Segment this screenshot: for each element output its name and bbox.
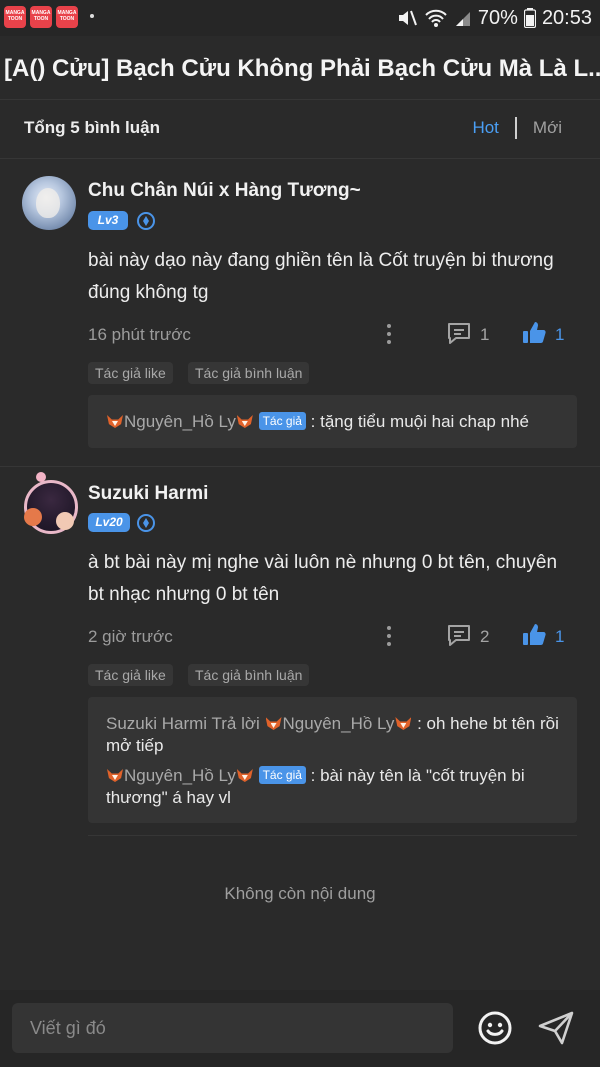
reply-author[interactable]: Nguyên_Hồ Ly: [124, 766, 236, 785]
comment-text: bài này dạo này đang ghiền tên là Cốt tr…: [88, 250, 554, 303]
author-liked-tag: Tác giả like: [88, 664, 173, 686]
fox-emoji-icon: [106, 767, 124, 783]
fox-emoji-icon: [394, 715, 412, 731]
mangatoon-app-icon: MANGA TOON: [4, 6, 26, 28]
more-options-icon[interactable]: [386, 626, 392, 646]
reply-box[interactable]: Nguyên_Hồ Ly Tác giả : tặng tiểu muội ha…: [88, 395, 577, 448]
page-title: [A() Cửu] Bạch Cửu Không Phải Bạch Cửu M…: [4, 55, 600, 82]
end-of-content-text: Không còn nội dung: [224, 884, 376, 903]
battery-icon: [523, 8, 536, 28]
emoji-icon[interactable]: [477, 1010, 513, 1046]
reply-line: Suzuki Harmi Trả lời Nguyên_Hồ Ly : oh h…: [106, 713, 561, 757]
more-options-icon[interactable]: [386, 324, 392, 344]
fox-emoji-icon: [236, 413, 254, 429]
like-icon[interactable]: [521, 320, 547, 346]
reply-icon[interactable]: [446, 321, 472, 345]
reply-author[interactable]: Nguyên_Hồ Ly: [124, 412, 236, 431]
author-commented-tag: Tác giả bình luận: [188, 362, 310, 384]
mute-icon: [398, 10, 417, 26]
comment-time: 16 phút trước: [88, 325, 191, 344]
avatar[interactable]: [22, 176, 76, 230]
reply-icon[interactable]: [446, 623, 472, 647]
comment-total: Tổng 5 bình luận: [24, 118, 160, 137]
divider: [0, 158, 600, 159]
sort-separator: [514, 117, 517, 139]
clock: 20:53: [541, 6, 592, 29]
sort-toggle: Hot Mới: [472, 117, 562, 139]
fox-emoji-icon: [265, 715, 283, 731]
author-tag: Tác giả: [258, 766, 306, 784]
avatar-sticker-icon: [24, 508, 42, 526]
reply-line: Nguyên_Hồ Ly Tác giả : tặng tiểu muội ha…: [106, 411, 561, 433]
fox-emoji-icon: [236, 767, 254, 783]
comment-text: à bt bài này mị nghe vài luôn nè nhưng 0…: [88, 552, 558, 605]
reply-count: 2: [480, 627, 490, 646]
notification-dot-icon: [90, 14, 94, 18]
author-liked-tag: Tác giả like: [88, 362, 173, 384]
mangatoon-app-icon: MANGA TOON: [30, 6, 52, 28]
status-indicators: 70% 20:53: [396, 7, 592, 29]
divider: [0, 466, 600, 467]
reply-count: 1: [480, 325, 490, 344]
divider: [0, 99, 600, 100]
comment-username[interactable]: Chu Chân Núi x Hàng Tương~: [88, 180, 361, 202]
like-count: 1: [555, 627, 565, 646]
like-icon[interactable]: [521, 622, 547, 648]
signal-icon: [455, 12, 470, 26]
verified-icon: [137, 212, 155, 230]
comment-input[interactable]: [12, 1003, 453, 1053]
sort-hot-tab[interactable]: Hot: [472, 118, 498, 138]
level-badge: Lv3: [88, 211, 128, 230]
wifi-icon: [425, 9, 447, 27]
author-commented-tag: Tác giả bình luận: [188, 664, 310, 686]
sort-new-tab[interactable]: Mới: [533, 118, 562, 138]
reply-author[interactable]: Suzuki Harmi Trả lời: [106, 714, 260, 733]
reply-target[interactable]: Nguyên_Hồ Ly: [283, 714, 395, 733]
status-bar: MANGA TOON MANGA TOON MANGA TOON 70% 20:53: [0, 0, 600, 36]
comment-time: 2 giờ trước: [88, 627, 173, 646]
battery-percent: 70%: [477, 6, 518, 29]
comment-composer: [0, 990, 600, 1067]
author-tag: Tác giả: [258, 412, 306, 430]
divider: [88, 835, 577, 836]
comment-username[interactable]: Suzuki Harmi: [88, 483, 208, 505]
mangatoon-app-icon: MANGA TOON: [56, 6, 78, 28]
avatar-sticker-icon: [56, 512, 74, 530]
reply-box[interactable]: Suzuki Harmi Trả lời Nguyên_Hồ Ly : oh h…: [88, 697, 577, 823]
reply-text: : tặng tiểu muội hai chap nhé: [310, 412, 529, 431]
level-badge: Lv20: [88, 513, 130, 532]
verified-icon: [137, 514, 155, 532]
reply-line: Nguyên_Hồ Ly Tác giả : bài này tên là "c…: [106, 765, 561, 809]
like-count: 1: [555, 325, 565, 344]
avatar-bow-icon: [36, 472, 46, 482]
send-icon[interactable]: [537, 1010, 575, 1046]
fox-emoji-icon: [106, 413, 124, 429]
